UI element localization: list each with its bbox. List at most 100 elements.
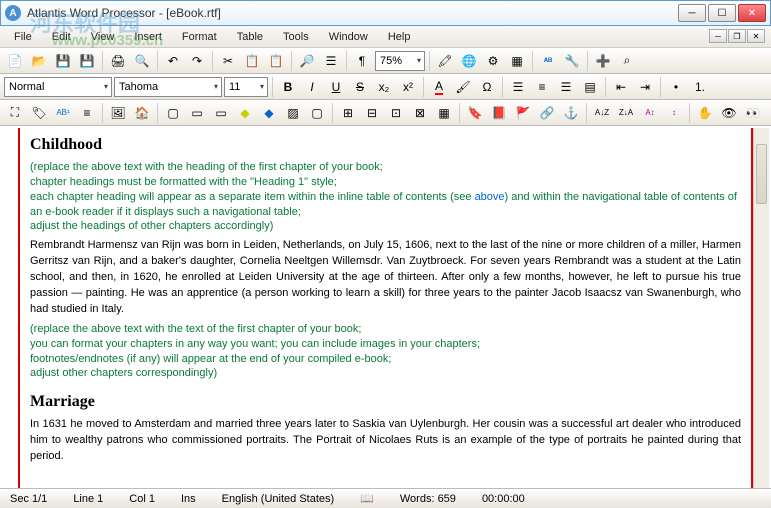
list-icon[interactable]: ☰: [320, 50, 342, 72]
house-icon[interactable]: 🏠: [131, 102, 153, 124]
heading-marriage[interactable]: Marriage: [30, 393, 741, 411]
undo-icon[interactable]: ↶: [162, 50, 184, 72]
char-icon[interactable]: Ω: [476, 76, 498, 98]
hand-icon[interactable]: ✋: [694, 102, 716, 124]
cell1-icon[interactable]: ⊞: [337, 102, 359, 124]
menu-file[interactable]: File: [4, 29, 42, 45]
cell3-icon[interactable]: ⊡: [385, 102, 407, 124]
style-goto-icon[interactable]: A↕: [639, 102, 661, 124]
sort-za-icon[interactable]: Z↓A: [615, 102, 637, 124]
size-combo[interactable]: 11: [224, 77, 268, 97]
square1-icon[interactable]: ▭: [186, 102, 208, 124]
spellcheck-icon[interactable]: ᴬᴮ: [537, 50, 559, 72]
saveall-icon[interactable]: 💾: [76, 50, 98, 72]
redo-icon[interactable]: ↷: [186, 50, 208, 72]
cut-icon[interactable]: ✂: [217, 50, 239, 72]
open-icon[interactable]: 📂: [28, 50, 50, 72]
italic-button[interactable]: I: [301, 76, 323, 98]
indent-dec-icon[interactable]: ⇤: [610, 76, 632, 98]
square2-icon[interactable]: ▭: [210, 102, 232, 124]
strike-button[interactable]: S: [349, 76, 371, 98]
menu-view[interactable]: View: [81, 29, 125, 45]
menu-table[interactable]: Table: [227, 29, 273, 45]
menu-help[interactable]: Help: [378, 29, 421, 45]
instruction-text[interactable]: (replace the above text with the heading…: [30, 160, 741, 234]
superscript-button[interactable]: x²: [397, 76, 419, 98]
link-above[interactable]: above: [475, 191, 505, 203]
tools-icon[interactable]: 🔧: [561, 50, 583, 72]
sort-az-icon[interactable]: A↓Z: [591, 102, 613, 124]
font-combo[interactable]: Tahoma: [114, 77, 222, 97]
heading-childhood[interactable]: Childhood: [30, 136, 741, 154]
status-ins[interactable]: Ins: [177, 493, 200, 505]
fill-none-icon[interactable]: ▢: [306, 102, 328, 124]
fullscreen-icon[interactable]: ⛶: [4, 102, 26, 124]
pilcrow-icon[interactable]: ¶: [351, 50, 373, 72]
table-icon[interactable]: ▦: [433, 102, 455, 124]
menu-tools[interactable]: Tools: [273, 29, 319, 45]
vertical-scrollbar[interactable]: [753, 128, 769, 488]
border-icon[interactable]: ▦: [506, 50, 528, 72]
find-icon[interactable]: 🔎: [296, 50, 318, 72]
link-icon[interactable]: 🔗: [536, 102, 558, 124]
mdi-close-button[interactable]: ✕: [747, 29, 765, 43]
cell2-icon[interactable]: ⊟: [361, 102, 383, 124]
book-icon[interactable]: 📖: [356, 492, 378, 505]
fill-hatch-icon[interactable]: ▨: [282, 102, 304, 124]
font-color-icon[interactable]: A: [428, 76, 450, 98]
bold-button[interactable]: B: [277, 76, 299, 98]
preview-icon[interactable]: 🔍: [131, 50, 153, 72]
anchor-icon[interactable]: ⚓: [560, 102, 582, 124]
maximize-button[interactable]: ☐: [708, 4, 736, 22]
instruction-text[interactable]: (replace the above text with the text of…: [30, 322, 741, 381]
save-icon[interactable]: 💾: [52, 50, 74, 72]
align-justify-icon[interactable]: ▤: [579, 76, 601, 98]
box-icon[interactable]: ▢: [162, 102, 184, 124]
align-right-icon[interactable]: ☰: [555, 76, 577, 98]
copy-icon[interactable]: 📋: [241, 50, 263, 72]
bullets-icon[interactable]: •: [665, 76, 687, 98]
image-icon[interactable]: 🖼: [107, 102, 129, 124]
cell4-icon[interactable]: ⊠: [409, 102, 431, 124]
menu-edit[interactable]: Edit: [42, 29, 81, 45]
lines-icon[interactable]: ≡: [76, 102, 98, 124]
numbers-icon[interactable]: 1.: [689, 76, 711, 98]
back-color-icon[interactable]: 🖌: [452, 76, 474, 98]
fill-yellow-icon[interactable]: ◆: [234, 102, 256, 124]
bookmark-icon[interactable]: 🔖: [464, 102, 486, 124]
new-icon[interactable]: 📄: [4, 50, 26, 72]
mdi-minimize-button[interactable]: ─: [709, 29, 727, 43]
more2-icon[interactable]: ⌕: [616, 50, 638, 72]
indent-inc-icon[interactable]: ⇥: [634, 76, 656, 98]
eye2-icon[interactable]: 👀: [742, 102, 764, 124]
paragraph-childhood[interactable]: Rembrandt Harmensz van Rijn was born in …: [30, 238, 741, 318]
fill-blue-icon[interactable]: ◆: [258, 102, 280, 124]
minimize-button[interactable]: ─: [678, 4, 706, 22]
print-icon[interactable]: 🖨: [107, 50, 129, 72]
macro-icon[interactable]: ⚙: [482, 50, 504, 72]
underline-button[interactable]: U: [325, 76, 347, 98]
flag-icon[interactable]: 🚩: [512, 102, 534, 124]
paste-icon[interactable]: 📋: [265, 50, 287, 72]
highlight-icon[interactable]: 🖍: [434, 50, 456, 72]
eye-icon[interactable]: 👁: [718, 102, 740, 124]
menu-format[interactable]: Format: [172, 29, 227, 45]
abc-icon[interactable]: AB¹: [52, 102, 74, 124]
subscript-button[interactable]: x₂: [373, 76, 395, 98]
globe-icon[interactable]: 🌐: [458, 50, 480, 72]
status-lang[interactable]: English (United States): [218, 493, 339, 505]
style-combo[interactable]: Normal: [4, 77, 112, 97]
align-center-icon[interactable]: ≡: [531, 76, 553, 98]
menu-insert[interactable]: Insert: [124, 29, 172, 45]
tag-icon[interactable]: 🏷: [28, 102, 50, 124]
scrollbar-thumb[interactable]: [756, 144, 767, 204]
align-left-icon[interactable]: ☰: [507, 76, 529, 98]
book-icon[interactable]: 📕: [488, 102, 510, 124]
paragraph-marriage[interactable]: In 1631 he moved to Amsterdam and marrie…: [30, 417, 741, 465]
close-button[interactable]: ✕: [738, 4, 766, 22]
document-area[interactable]: Childhood (replace the above text with t…: [18, 128, 753, 488]
goto-icon[interactable]: ↕: [663, 102, 685, 124]
menu-window[interactable]: Window: [319, 29, 378, 45]
zoom-combo[interactable]: 75%: [375, 51, 425, 71]
mdi-restore-button[interactable]: ❐: [728, 29, 746, 43]
